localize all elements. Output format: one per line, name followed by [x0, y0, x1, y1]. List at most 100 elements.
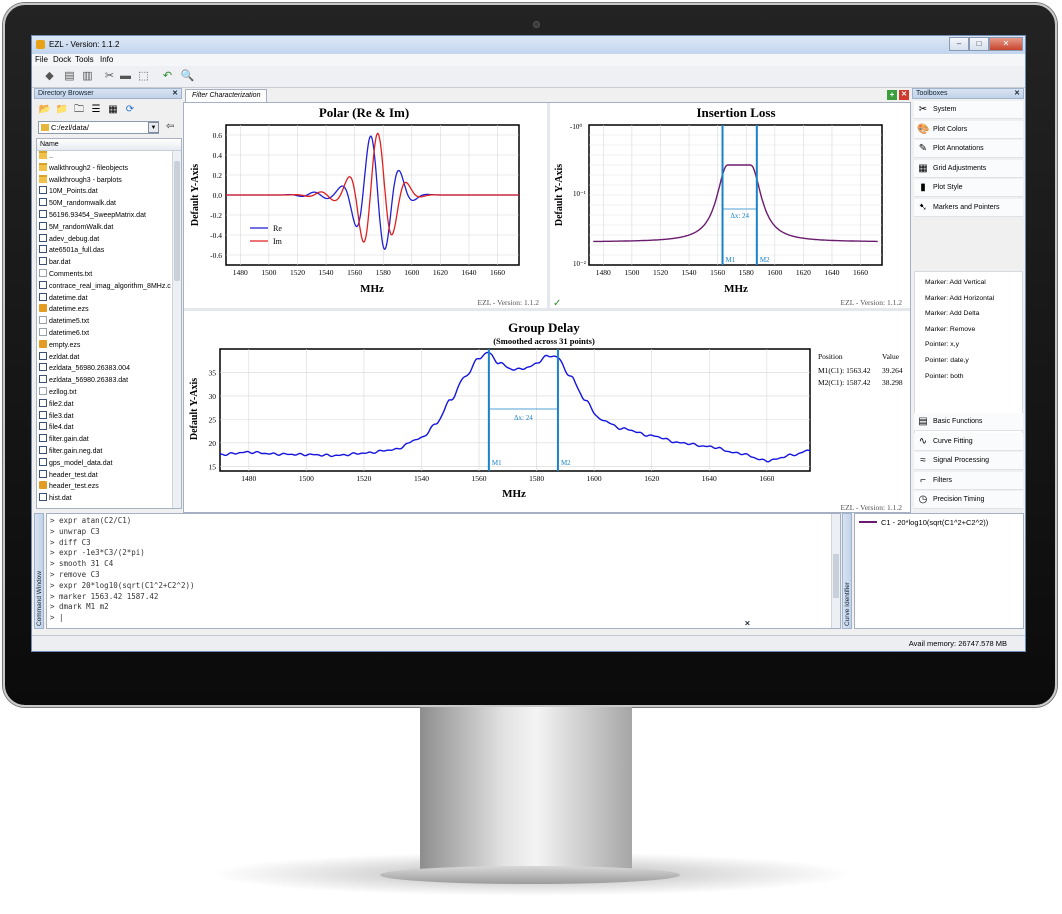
- y-tick-label: 0.0: [213, 191, 223, 200]
- marker-table-position-header: Position: [818, 352, 843, 361]
- plots-canvas[interactable]: Polar (Re & Im) 0.6 0.4 0.2 0.0 -0.2 -0.4 -0.6…: [184, 103, 912, 514]
- marker-tool-item[interactable]: Marker: Add Delta: [925, 310, 979, 317]
- app-window: EZL - Version: 1.1.2 – □ ✕ File Dock Too…: [31, 35, 1026, 652]
- name-column-header[interactable]: Name: [37, 139, 181, 151]
- x-tick-label: 1640: [461, 268, 476, 277]
- file-list-item[interactable]: hist.dat: [37, 493, 181, 505]
- file-list-item[interactable]: gps_model_data.dat: [37, 457, 181, 470]
- file-list-item[interactable]: header_test.ezs: [37, 481, 181, 493]
- file-list-item[interactable]: datetime5.txt: [37, 316, 181, 328]
- minimize-button[interactable]: –: [949, 37, 969, 51]
- toolbox-precision-timing[interactable]: ◷ Precision Timing: [914, 491, 1023, 509]
- file-list-item[interactable]: walkthrough2 - fileobjects: [37, 162, 181, 175]
- zoom-icon[interactable]: 🔍: [180, 69, 195, 84]
- file-list: Name .. walkthrough2 - fileobjects walkthr…: [36, 138, 182, 509]
- close-tab-icon[interactable]: ✕: [899, 90, 909, 100]
- file-icon: [39, 410, 47, 419]
- close-button[interactable]: ✕: [989, 37, 1023, 51]
- toolboxes-title: Toolboxes: [916, 90, 948, 97]
- file-list-item[interactable]: ezldat.dat: [37, 351, 181, 364]
- file-list-item[interactable]: filter.gain.neg.dat: [37, 445, 181, 458]
- file-list-item[interactable]: adev_debug.dat: [37, 233, 181, 246]
- file-list-item[interactable]: file4.dat: [37, 422, 181, 434]
- marker-tool-item[interactable]: Marker: Add Horizontal: [925, 295, 994, 302]
- command-scrollbar[interactable]: [831, 514, 840, 628]
- back-arrow-icon[interactable]: ⇦: [166, 121, 174, 132]
- file-list-item[interactable]: ate6501a_full.das: [37, 245, 181, 257]
- list-view-icon[interactable]: ☰: [89, 103, 103, 117]
- file-list-item[interactable]: file2.dat: [37, 398, 181, 411]
- new-folder-icon[interactable]: 📁: [55, 103, 69, 117]
- toolbox-plot-style[interactable]: ▮ Plot Style: [914, 179, 1023, 197]
- tab-filter-characterization[interactable]: Filter Characterization: [185, 89, 268, 102]
- menu-info[interactable]: Info: [100, 55, 113, 64]
- print-icon[interactable]: ▤: [62, 69, 77, 84]
- x-tick-label: 1480: [241, 474, 256, 483]
- curve-entry-c1[interactable]: C1 - 20*log10(sqrt(C1^2+C2^2)): [859, 518, 988, 527]
- add-tab-icon[interactable]: +: [887, 90, 897, 100]
- marker-tool-item[interactable]: Pointer: x,y: [925, 341, 959, 348]
- file-list-item[interactable]: bar.dat: [37, 257, 181, 269]
- y-tick-label: 0.2: [213, 171, 223, 180]
- file-list-item[interactable]: ezldata_56980.26383.004: [37, 363, 181, 375]
- toolbox-curve-fitting[interactable]: ∿ Curve Fitting: [914, 432, 1023, 451]
- marker-tool-item[interactable]: Marker: Add Vertical: [925, 279, 986, 286]
- home-folder-icon[interactable]: 🗀: [72, 103, 86, 117]
- file-list-item[interactable]: datetime.ezs: [37, 304, 181, 316]
- menu-tools[interactable]: Tools: [75, 55, 94, 64]
- select-box-icon[interactable]: ⬚: [136, 69, 151, 84]
- command-console[interactable]: > expr atan(C2/C1) > unwrap C3 > diff C3 > …: [46, 513, 841, 629]
- ins-ytick-0: -10⁰: [570, 123, 582, 131]
- file-list-item[interactable]: ..: [37, 151, 181, 163]
- toolbox-plot-annotations[interactable]: ✎ Plot Annotations: [914, 140, 1023, 158]
- toolbox-signal-processing[interactable]: ≈ Signal Processing: [914, 452, 1023, 470]
- file-list-scrollbar[interactable]: [172, 151, 181, 508]
- marker-tool-item[interactable]: Pointer: date,y: [925, 357, 969, 364]
- maximize-button[interactable]: □: [969, 37, 989, 51]
- command-line: > remove C3: [50, 570, 100, 579]
- menu-file[interactable]: File: [35, 55, 48, 64]
- toolbox-filters[interactable]: ⌐ Filters: [914, 471, 1023, 490]
- file-list-item[interactable]: Comments.txt: [37, 268, 181, 281]
- path-field[interactable]: C:/ezl/data/: [38, 121, 159, 134]
- marker-tool-item[interactable]: Marker: Remove: [925, 326, 975, 333]
- file-list-item[interactable]: ezldata_56980.26383.dat: [37, 375, 181, 387]
- file-list-item[interactable]: file3.dat: [37, 410, 181, 423]
- file-list-item[interactable]: ezllog.txt: [37, 386, 181, 399]
- file-list-item[interactable]: datetime.dat: [37, 292, 181, 305]
- file-list-item[interactable]: 10M_Points.dat: [37, 186, 181, 198]
- file-list-item[interactable]: datetime6.txt: [37, 327, 181, 340]
- erase-icon[interactable]: ▬: [118, 69, 133, 84]
- file-list-item[interactable]: header_test.dat: [37, 469, 181, 482]
- refresh-icon[interactable]: ⟳: [123, 103, 137, 117]
- toolbox-system[interactable]: ✂ System: [914, 101, 1023, 119]
- file-icon: [39, 339, 47, 348]
- open-folder-icon[interactable]: 📂: [38, 103, 52, 117]
- file-list-item[interactable]: 50M_randomwalk.dat: [37, 198, 181, 210]
- file-list-item[interactable]: 56196.93454_SweepMatrix.dat: [37, 209, 181, 222]
- x-tick-label: 1560: [347, 268, 362, 277]
- file-list-item[interactable]: empty.ezs: [37, 339, 181, 352]
- close-icon[interactable]: ✕: [1014, 89, 1020, 98]
- file-list-item[interactable]: 5M_randomWalk.dat: [37, 221, 181, 234]
- file-list-item[interactable]: filter.gain.dat: [37, 434, 181, 446]
- eraser-icon[interactable]: ◆: [42, 69, 57, 84]
- command-line: > expr 20*log10(sqrt(C1^2+C2^2)): [50, 580, 195, 590]
- toolbox-basic-functions[interactable]: ▤ Basic Functions: [914, 413, 1023, 431]
- close-icon[interactable]: ✕: [744, 620, 853, 626]
- cut-icon[interactable]: ✂: [102, 69, 117, 84]
- marker-tool-item[interactable]: Pointer: both: [925, 373, 964, 380]
- x-tick-label: 1640: [824, 268, 839, 277]
- toolbox-plot-colors[interactable]: 🎨 Plot Colors: [914, 120, 1023, 139]
- toolbox-markers-and-pointers[interactable]: ➷ Markers and Pointers: [914, 198, 1023, 217]
- export-icon[interactable]: ▥: [80, 69, 95, 84]
- detail-view-icon[interactable]: ▦: [106, 103, 120, 117]
- undo-icon[interactable]: ↶: [160, 69, 175, 84]
- close-icon[interactable]: ✕: [172, 89, 178, 98]
- file-list-item[interactable]: contrace_real_imag_algorithm_8MHz.c: [37, 280, 181, 293]
- file-list-item[interactable]: walkthrough3 - barplots: [37, 174, 181, 187]
- toolbox-grid-adjustments[interactable]: ▦ Grid Adjustments: [914, 159, 1023, 178]
- menu-dock[interactable]: Dock: [53, 55, 71, 64]
- file-icon: [39, 292, 47, 301]
- path-dropdown-button[interactable]: ▼: [148, 122, 159, 133]
